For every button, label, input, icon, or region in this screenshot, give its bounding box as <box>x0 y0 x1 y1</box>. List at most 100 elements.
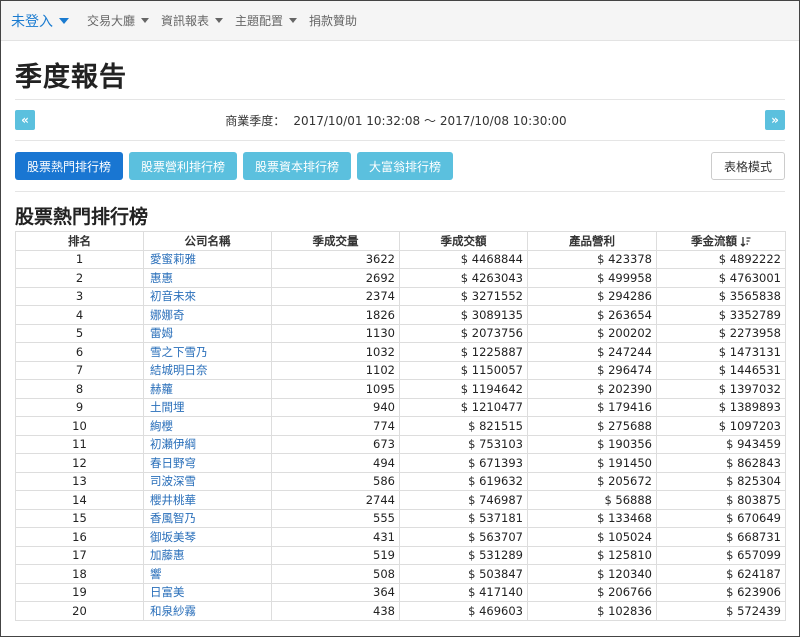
cell-profit: $ 275688 <box>527 416 657 436</box>
cell-rank: 10 <box>15 416 144 436</box>
cell-company-link[interactable]: 絢櫻 <box>143 416 272 436</box>
cell-cashflow: $ 668731 <box>656 527 786 547</box>
table-row: 16 御坂美琴 431 $ 563707 $ 105024 $ 668731 <box>15 527 786 547</box>
cell-volume: 555 <box>271 508 400 528</box>
sort-descending-icon <box>740 236 751 247</box>
cell-rank: 6 <box>15 342 144 362</box>
table-row: 19 日富美 364 $ 417140 $ 206766 $ 623906 <box>15 582 786 602</box>
nav-info-reports-label: 資訊報表 <box>161 14 210 28</box>
cell-cashflow: $ 2273958 <box>656 323 786 343</box>
cell-profit: $ 191450 <box>527 453 657 473</box>
header-rank[interactable]: 排名 <box>15 231 144 251</box>
nav-donate[interactable]: 捐款贊助 <box>309 12 357 29</box>
nav-theme-config[interactable]: 主題配置 <box>235 12 298 29</box>
cell-rank: 9 <box>15 397 144 417</box>
cell-company-link[interactable]: 惠惠 <box>143 268 272 288</box>
nav-theme-config-label: 主題配置 <box>235 14 284 28</box>
next-period-button[interactable]: » <box>765 110 785 130</box>
cell-rank: 13 <box>15 471 144 491</box>
table-row: 18 響 508 $ 503847 $ 120340 $ 624187 <box>15 564 786 584</box>
cell-volume: 494 <box>271 453 400 473</box>
cell-volume: 438 <box>271 601 400 621</box>
cell-turnover: $ 1194642 <box>399 379 528 399</box>
cell-profit: $ 499958 <box>527 268 657 288</box>
table-row: 3 初音未來 2374 $ 3271552 $ 294286 $ 3565838 <box>15 286 786 306</box>
cell-company-link[interactable]: 土間埋 <box>143 397 272 417</box>
table-row: 15 香風智乃 555 $ 537181 $ 133468 $ 670649 <box>15 508 786 528</box>
cell-company-link[interactable]: 香風智乃 <box>143 508 272 528</box>
cell-company-link[interactable]: 響 <box>143 564 272 584</box>
cell-company-link[interactable]: 加藤惠 <box>143 545 272 565</box>
cell-company-link[interactable]: 雪之下雪乃 <box>143 342 272 362</box>
cell-profit: $ 120340 <box>527 564 657 584</box>
cell-rank: 20 <box>15 601 144 621</box>
tab-hot-stocks[interactable]: 股票熱門排行榜 <box>15 152 124 180</box>
cell-company-link[interactable]: 御坂美琴 <box>143 527 272 547</box>
page-header: 季度報告 <box>15 41 785 100</box>
cell-company-link[interactable]: 娜娜奇 <box>143 305 272 325</box>
caret-down-icon <box>59 17 69 24</box>
cell-profit: $ 296474 <box>527 360 657 380</box>
nav-trading-hall[interactable]: 交易大廳 <box>87 12 150 29</box>
cell-company-link[interactable]: 初音未來 <box>143 286 272 306</box>
table-mode-button[interactable]: 表格模式 <box>710 152 785 180</box>
cell-volume: 1826 <box>271 305 400 325</box>
header-company[interactable]: 公司名稱 <box>143 231 272 251</box>
cell-turnover: $ 746987 <box>399 490 528 510</box>
cell-rank: 7 <box>15 360 144 380</box>
cell-turnover: $ 753103 <box>399 434 528 454</box>
top-navbar: 未登入 交易大廳 資訊報表 主題配置 捐款贊助 <box>1 1 799 41</box>
table-row: 9 土間埋 940 $ 1210477 $ 179416 $ 1389893 <box>15 397 786 417</box>
cell-volume: 364 <box>271 582 400 602</box>
cell-company-link[interactable]: 結城明日奈 <box>143 360 272 380</box>
cell-company-link[interactable]: 赫蘿 <box>143 379 272 399</box>
cell-cashflow: $ 825304 <box>656 471 786 491</box>
cell-turnover: $ 3271552 <box>399 286 528 306</box>
table-row: 13 司波深雪 586 $ 619632 $ 205672 $ 825304 <box>15 471 786 491</box>
table-row: 4 娜娜奇 1826 $ 3089135 $ 263654 $ 3352789 <box>15 305 786 325</box>
cell-company-link[interactable]: 愛蜜莉雅 <box>143 249 272 269</box>
cell-volume: 519 <box>271 545 400 565</box>
table-row: 2 惠惠 2692 $ 4263043 $ 499958 $ 4763001 <box>15 268 786 288</box>
prev-period-button[interactable]: « <box>15 110 35 130</box>
cell-cashflow: $ 803875 <box>656 490 786 510</box>
cell-turnover: $ 537181 <box>399 508 528 528</box>
login-dropdown[interactable]: 未登入 <box>11 11 69 31</box>
nav-trading-hall-label: 交易大廳 <box>87 14 136 28</box>
cell-volume: 1102 <box>271 360 400 380</box>
header-turnover[interactable]: 季成交額 <box>399 231 528 251</box>
nav-info-reports[interactable]: 資訊報表 <box>161 12 224 29</box>
cell-rank: 15 <box>15 508 144 528</box>
cell-cashflow: $ 572439 <box>656 601 786 621</box>
tab-tycoon[interactable]: 大富翁排行榜 <box>357 152 454 180</box>
cell-cashflow: $ 4892222 <box>656 249 786 269</box>
cell-profit: $ 206766 <box>527 582 657 602</box>
tab-profit-stocks[interactable]: 股票營利排行榜 <box>129 152 238 180</box>
tab-capital-stocks[interactable]: 股票資本排行榜 <box>243 152 352 180</box>
cell-company-link[interactable]: 司波深雪 <box>143 471 272 491</box>
cell-rank: 19 <box>15 582 144 602</box>
cell-company-link[interactable]: 櫻井桃華 <box>143 490 272 510</box>
cell-rank: 16 <box>15 527 144 547</box>
cell-cashflow: $ 624187 <box>656 564 786 584</box>
header-profit[interactable]: 產品營利 <box>527 231 657 251</box>
cell-volume: 774 <box>271 416 400 436</box>
cell-profit: $ 294286 <box>527 286 657 306</box>
cell-cashflow: $ 670649 <box>656 508 786 528</box>
header-cashflow[interactable]: 季金流額 <box>656 231 786 251</box>
cell-volume: 431 <box>271 527 400 547</box>
cell-company-link[interactable]: 日富美 <box>143 582 272 602</box>
cell-profit: $ 102836 <box>527 601 657 621</box>
cell-profit: $ 247244 <box>527 342 657 362</box>
cell-turnover: $ 417140 <box>399 582 528 602</box>
header-volume[interactable]: 季成交量 <box>271 231 400 251</box>
cell-rank: 8 <box>15 379 144 399</box>
cell-company-link[interactable]: 初瀬伊綱 <box>143 434 272 454</box>
cell-company-link[interactable]: 和泉紗霧 <box>143 601 272 621</box>
cell-turnover: $ 1150057 <box>399 360 528 380</box>
cell-profit: $ 263654 <box>527 305 657 325</box>
cell-company-link[interactable]: 春日野穹 <box>143 453 272 473</box>
cell-company-link[interactable]: 雷姆 <box>143 323 272 343</box>
cell-volume: 673 <box>271 434 400 454</box>
cell-profit: $ 202390 <box>527 379 657 399</box>
